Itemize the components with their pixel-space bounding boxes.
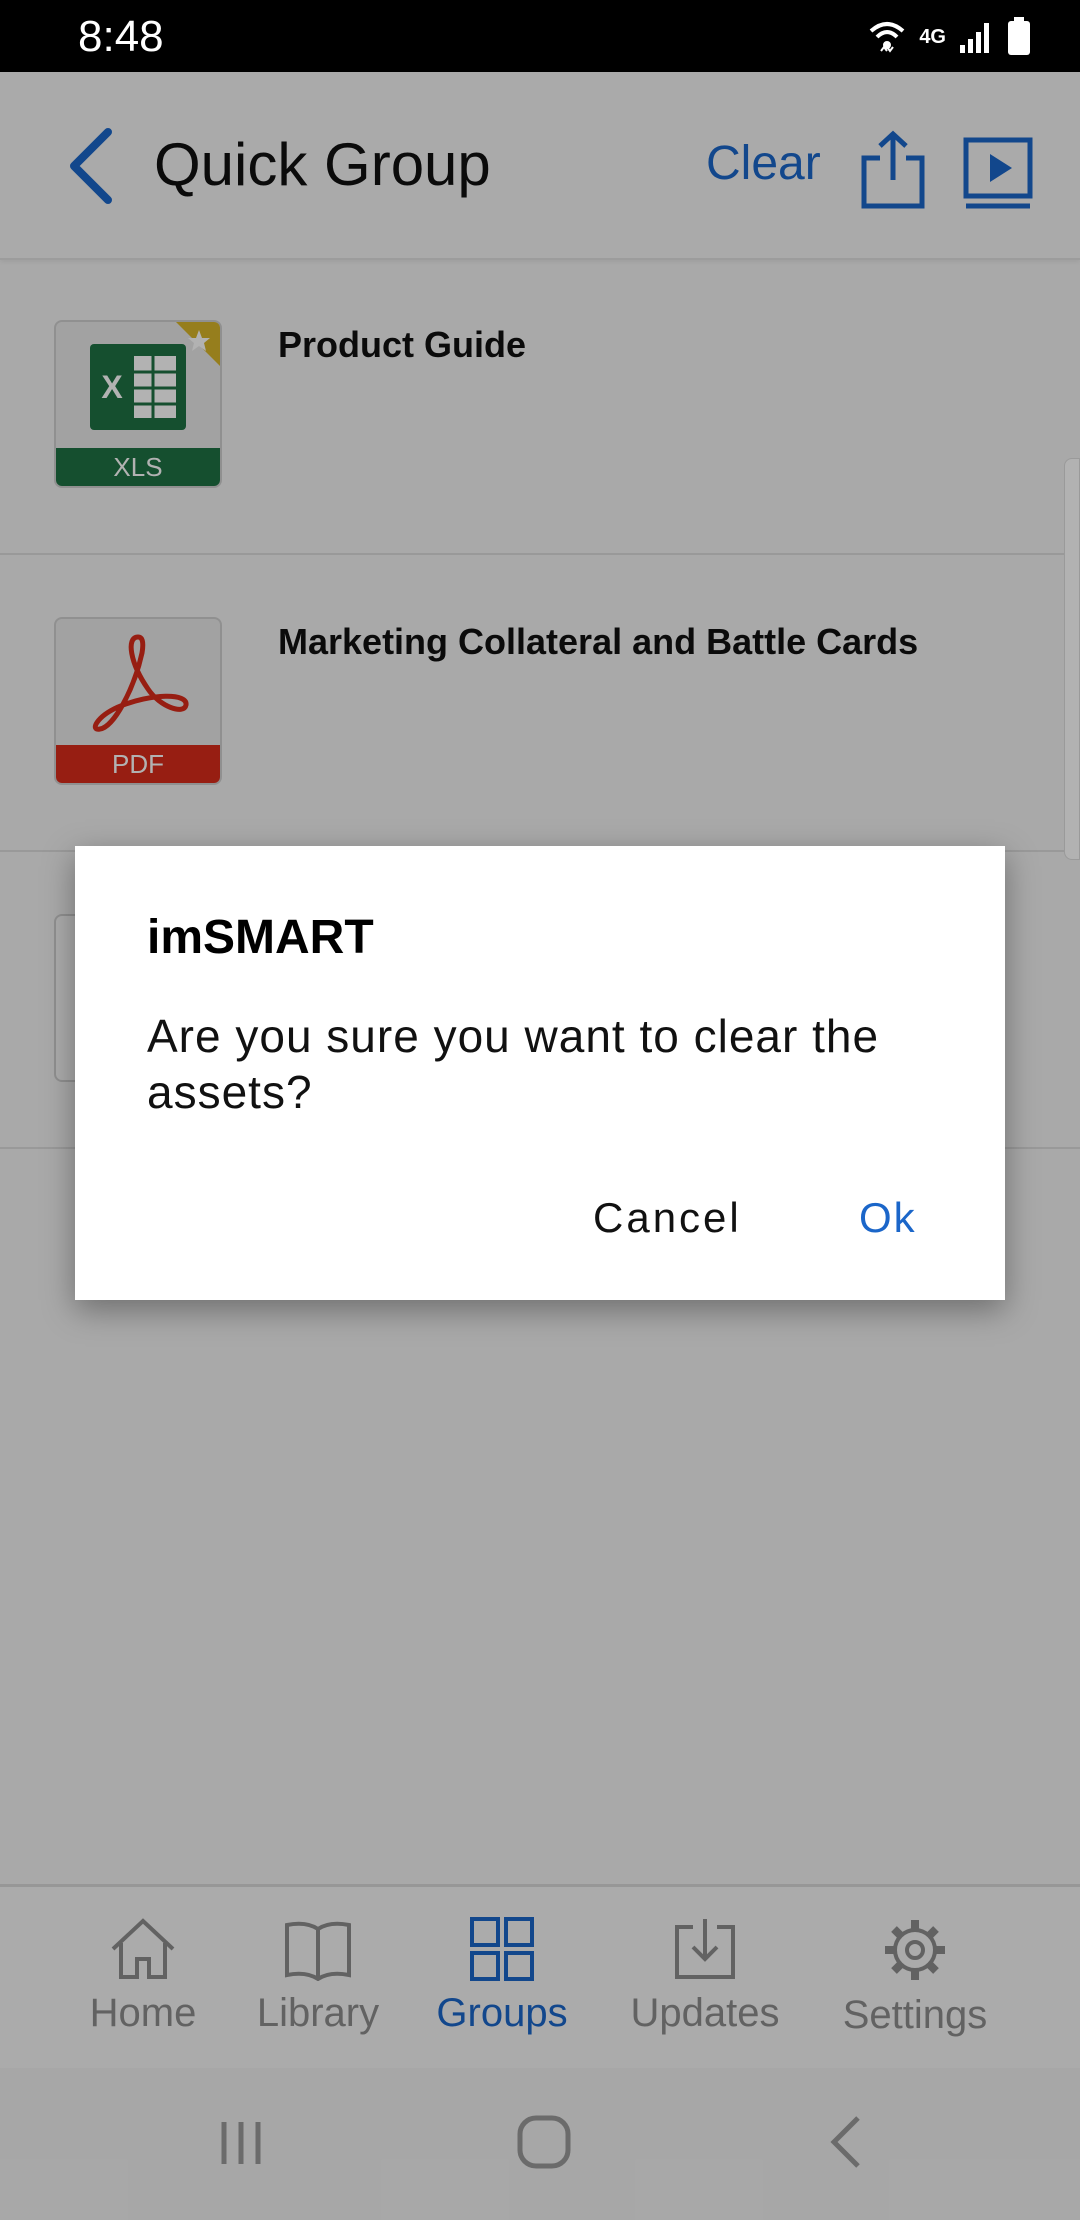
status-icons: 4G xyxy=(867,14,1032,60)
status-time: 8:48 xyxy=(78,12,164,61)
cancel-button[interactable]: Cancel xyxy=(593,1194,742,1242)
battery-icon xyxy=(1008,17,1030,55)
wifi-icon xyxy=(869,22,905,53)
ok-button[interactable]: Ok xyxy=(859,1194,917,1242)
status-bar: 8:48 4G xyxy=(0,0,1080,72)
network-type-label: 4G xyxy=(919,25,946,48)
dialog-message: Are you sure you want to clear the asset… xyxy=(147,1010,880,1118)
dialog-title: imSMART xyxy=(147,911,374,964)
signal-icon xyxy=(960,23,989,53)
confirm-dialog: imSMART Are you sure you want to clear t… xyxy=(75,846,1005,1300)
